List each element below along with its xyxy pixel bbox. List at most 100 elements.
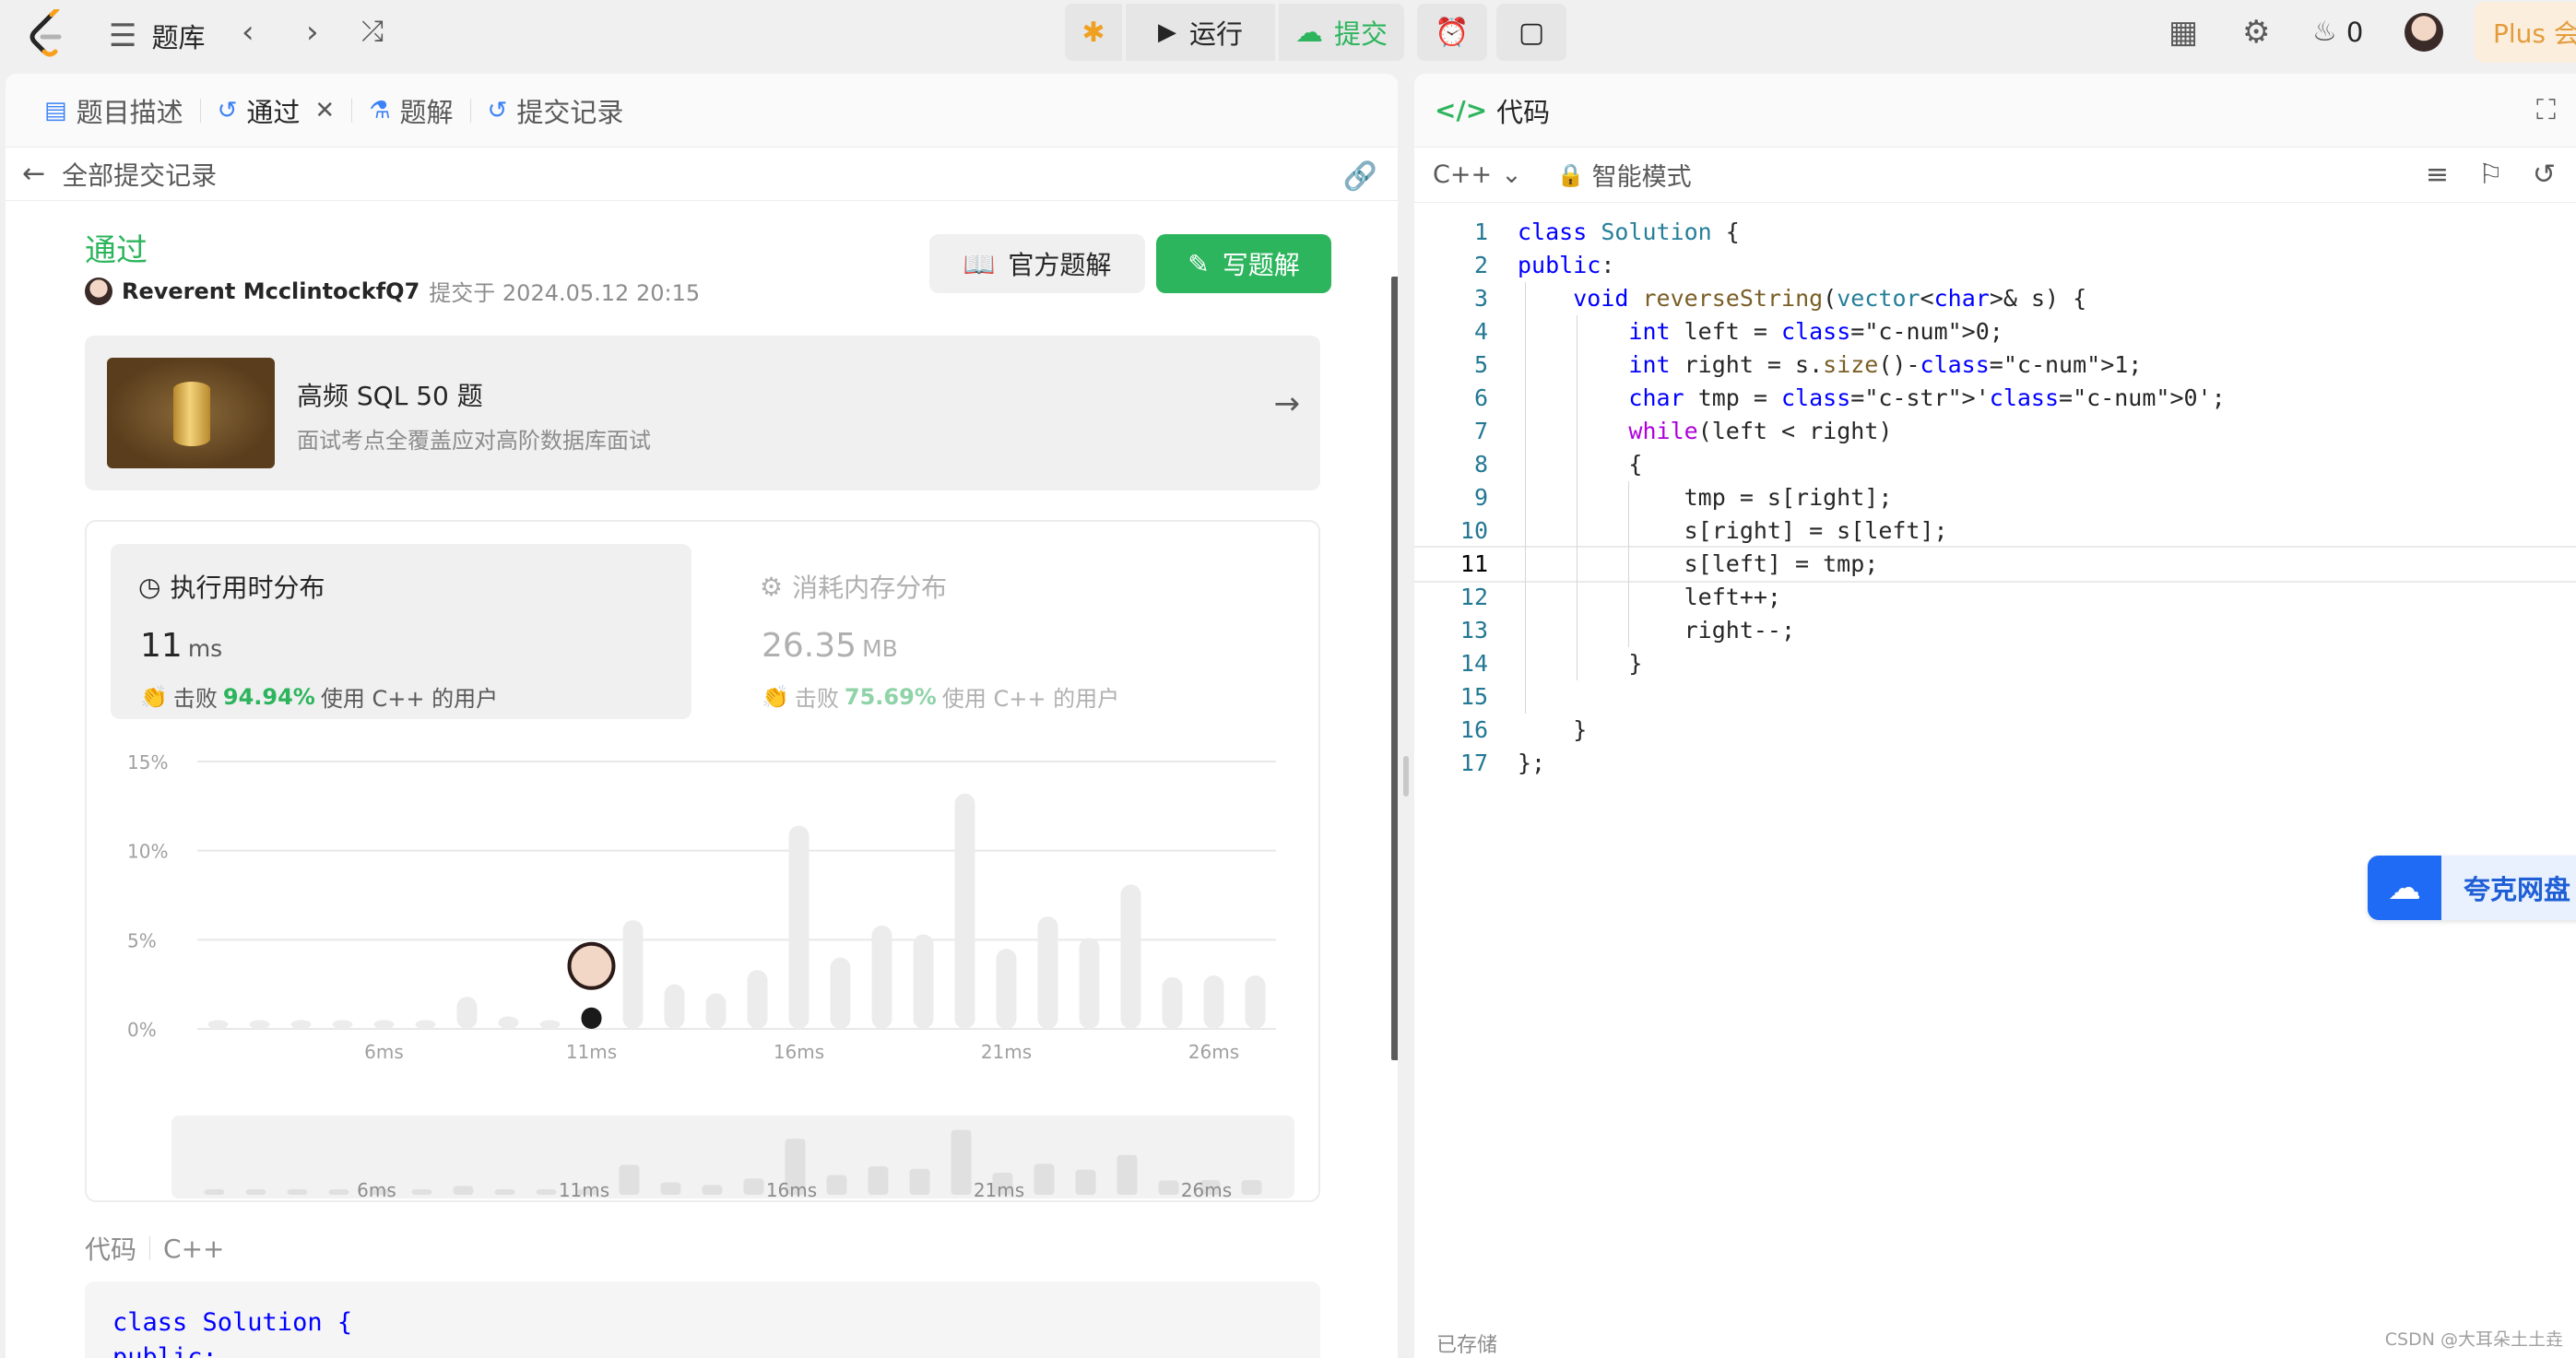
submitted-code-block[interactable]: class Solution { public: (85, 1281, 1320, 1358)
code-line[interactable]: 1 class Solution { (1414, 216, 2576, 249)
user-avatar[interactable] (2405, 13, 2443, 52)
submitter-name[interactable]: Reverent McclintockfQ7 (122, 278, 419, 304)
overview-bar (536, 1189, 557, 1195)
overview-bar (1075, 1169, 1096, 1195)
run-button[interactable]: ▶ 运行 (1126, 4, 1275, 61)
history-icon: ↺ (217, 96, 238, 124)
editor-toolbar: C++ ⌄ 🔒 智能模式 ≡ ⚐ ↺ (1414, 148, 2576, 203)
streak-counter[interactable]: ♨ 0 (2312, 17, 2363, 48)
fullscreen-icon[interactable]: ⛶ (2536, 94, 2556, 126)
code-line[interactable]: 9 tmp = s[right]; (1414, 481, 2576, 514)
reset-code-icon[interactable]: ↺ (2533, 159, 2556, 191)
shuffle-icon[interactable]: ⤮ (361, 18, 384, 46)
submit-button[interactable]: ☁ 提交 (1279, 4, 1404, 61)
tab-submissions[interactable]: ↺ 提交记录 (471, 91, 641, 130)
memory-value: 26.35 MB (762, 627, 898, 665)
code-line[interactable]: 2 public: (1414, 249, 2576, 282)
code-line[interactable]: 12 left++; (1414, 581, 2576, 614)
clap-icon: 👏 (140, 683, 168, 710)
code-line[interactable]: 7 while(left < right) (1414, 415, 2576, 448)
smart-mode-toggle[interactable]: 🔒 智能模式 (1557, 157, 1692, 193)
code-line-text: int left = class="c-num">0; (1628, 318, 2003, 345)
code-line-text: }; (1518, 750, 1546, 776)
alarm-clock-icon: ⏰ (1435, 16, 1470, 49)
problem-list-button[interactable]: ☰ 题库 (109, 17, 206, 55)
code-line[interactable]: 4 int left = class="c-num">0; (1414, 315, 2576, 348)
code-line[interactable]: 6 char tmp = class="c-str">'class="c-num… (1414, 382, 2576, 415)
left-scrollbar[interactable] (1391, 277, 1398, 1060)
clap-icon: 👏 (762, 683, 789, 710)
official-solution-button[interactable]: 📖 官方题解 (929, 234, 1145, 293)
code-line[interactable]: 15 (1414, 680, 2576, 714)
code-line-text: s[right] = s[left]; (1518, 517, 1948, 544)
avatar-image (2405, 13, 2443, 52)
code-line[interactable]: 3 void reverseString(vector<char>& s) { (1414, 282, 2576, 315)
code-line[interactable]: 17}; (1414, 747, 2576, 780)
back-to-submissions[interactable]: ← 全部提交记录 🔗 (6, 148, 1398, 201)
distribution-bar (996, 949, 1017, 1029)
code-line-text: char tmp = class="c-str">'class="c-num">… (1628, 384, 2226, 411)
x-tick-label: 21ms (981, 1041, 1032, 1063)
user-avatar-marker (567, 941, 616, 990)
submit-label: 提交 (1333, 18, 1388, 50)
sql-study-plan-card[interactable]: 高频 SQL 50 题 面试考点全覆盖应对高阶数据库面试 → (85, 336, 1320, 490)
y-tick-label: 15% (127, 751, 168, 773)
settings-gear-icon[interactable]: ⚙ (2242, 17, 2270, 48)
code-line[interactable]: 13 right--; (1414, 614, 2576, 647)
code-section-header: 代码 C++ (85, 1230, 225, 1267)
memory-stat-box[interactable]: ⚙ 消耗内存分布 26.35 MB 👏 击败 75.69% 使用 C++ 的用户 (732, 544, 1285, 719)
runtime-unit: ms (187, 635, 223, 662)
memory-title-label: 消耗内存分布 (792, 573, 948, 603)
close-tab-icon[interactable]: ✕ (314, 97, 335, 124)
write-solution-button[interactable]: ✎ 写题解 (1156, 234, 1331, 293)
tab-description[interactable]: ▤ 题目描述 (28, 91, 200, 130)
quark-cloud-drive-button[interactable]: ☁ 夸克网盘 (2368, 856, 2576, 920)
play-icon: ▶ (1157, 18, 1176, 46)
cloud-upload-icon: ☁ (1294, 16, 1323, 49)
code-line[interactable]: 5 int right = s.size()-class="c-num">1; (1414, 348, 2576, 382)
code-line[interactable]: 16 } (1414, 714, 2576, 747)
code-line[interactable]: 8 { (1414, 448, 2576, 481)
beat-suffix: 使用 C++ 的用户 (941, 686, 1120, 712)
overview-bar (1158, 1180, 1179, 1195)
panel-resize-handle[interactable] (1403, 756, 1409, 797)
overview-bar (453, 1186, 474, 1195)
runtime-distribution-chart[interactable]: 15% 10% 5% 0% 6ms 6ms 11ms 11ms 16ms 16ms 21ms 21ms… (87, 734, 1322, 1204)
code-line-text: int right = s.size()-class="c-num">1; (1628, 351, 2143, 378)
code-editor[interactable]: 1 class Solution {2 public: 3 void reverseS… (1414, 216, 2576, 780)
document-icon: ▤ (44, 96, 67, 124)
code-line-text: public: (1518, 252, 1615, 278)
tab-solutions[interactable]: ⚗ 题解 (352, 91, 469, 130)
highlighted-bar (581, 1007, 602, 1029)
distribution-bar (1203, 975, 1224, 1029)
plus-membership-button[interactable]: Plus 会 (2475, 2, 2576, 63)
indent-guide (1577, 315, 1578, 680)
indent-guide (1628, 481, 1629, 647)
database-icon (173, 382, 210, 446)
leetcode-logo[interactable] (24, 9, 65, 61)
layout-grid-icon[interactable]: ▦ (2168, 17, 2198, 48)
notes-button[interactable]: ▢ (1496, 4, 1566, 61)
prev-problem-icon[interactable]: ‹ (242, 17, 254, 48)
distribution-bar (1079, 938, 1100, 1029)
distribution-bar (207, 1020, 229, 1029)
run-submit-group: ✱ ▶ 运行 ☁ 提交 ⏰ ▢ (1065, 4, 1566, 61)
bookmark-icon[interactable]: ⚐ (2478, 159, 2503, 191)
line-number: 3 (1473, 285, 1488, 312)
top-bar: ☰ 题库 ‹ › ⤮ ✱ ▶ 运行 ☁ 提交 ⏰ ▢ ▦ ⚙ ♨ 0 Plus … (0, 0, 2576, 72)
code-line[interactable]: 10 s[right] = s[left]; (1414, 514, 2576, 548)
debug-button[interactable]: ✱ (1065, 4, 1122, 61)
csdn-watermark: CSDN @大耳朵土土垚 (2384, 1329, 2563, 1350)
timer-button[interactable]: ⏰ (1417, 4, 1487, 61)
code-line[interactable]: 11 s[left] = tmp; (1414, 546, 2576, 583)
runtime-stat-box[interactable]: ◷ 执行用时分布 11 ms 👏 击败 94.94% 使用 C++ 的用户 (111, 544, 691, 719)
tab-accepted[interactable]: ↺ 通过 ✕ (201, 91, 352, 130)
code-line[interactable]: 14 } (1414, 647, 2576, 680)
overview-tick-label: 6ms (357, 1179, 396, 1201)
format-align-icon[interactable]: ≡ (2426, 159, 2449, 191)
next-problem-icon[interactable]: › (306, 17, 319, 48)
distribution-bar (913, 934, 934, 1029)
share-link-icon[interactable]: 🔗 (1343, 160, 1377, 193)
language-select[interactable]: C++ ⌄ (1433, 160, 1522, 189)
memory-unit: MB (862, 635, 898, 662)
